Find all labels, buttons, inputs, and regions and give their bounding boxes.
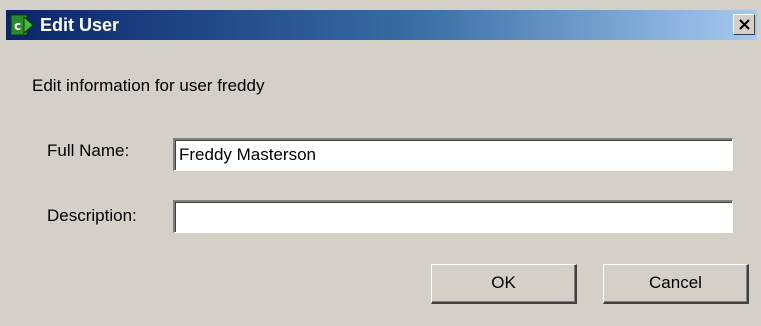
- description-label: Description:: [47, 206, 137, 225]
- full-name-label: Full Name:: [47, 141, 130, 160]
- close-icon: [739, 19, 750, 30]
- edit-user-dialog: c Edit User Edit information for user fr…: [0, 0, 761, 326]
- close-button[interactable]: [733, 14, 755, 35]
- dialog-instructions: Edit information for user freddy: [32, 76, 265, 95]
- svg-text:c: c: [14, 19, 21, 33]
- description-field[interactable]: [173, 200, 733, 233]
- app-arrow-icon: c: [10, 13, 34, 37]
- ok-button[interactable]: OK: [431, 264, 577, 304]
- window-title: Edit User: [40, 15, 120, 35]
- title-bar[interactable]: c Edit User: [6, 10, 757, 40]
- cancel-button[interactable]: Cancel: [603, 264, 749, 304]
- full-name-field[interactable]: [173, 138, 733, 171]
